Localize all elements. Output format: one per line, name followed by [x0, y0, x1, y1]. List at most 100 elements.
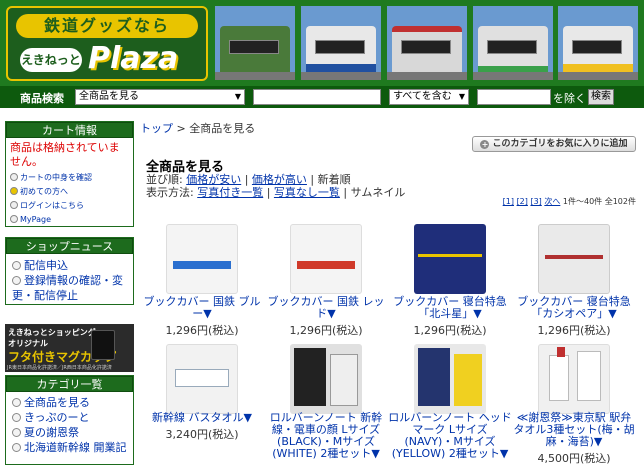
result-range: 1件～40件 — [562, 197, 603, 206]
bullet-icon — [10, 173, 18, 181]
bullet-icon — [12, 398, 21, 407]
logo-tagline: 鉄道グッズなら — [16, 14, 198, 38]
match-mode-select[interactable]: すべてを含む ▼ — [389, 89, 469, 105]
product-price: 1,296円(税込) — [289, 324, 363, 337]
breadcrumb-home[interactable]: トップ — [140, 122, 173, 135]
category-select[interactable]: 全商品を見る ▼ — [75, 89, 245, 105]
product-name[interactable]: ロルバーンノート ヘッドマーク Lサイズ(NAVY)・Mサイズ(YELLOW) … — [388, 412, 512, 460]
train-photo — [558, 6, 638, 80]
category-item[interactable]: 夏の謝恩祭 — [6, 425, 133, 440]
product-name[interactable]: ブックカバー 国鉄 レッド▼ — [264, 296, 388, 320]
category-item[interactable]: 全商品を見る — [6, 395, 133, 410]
bullet-icon — [12, 443, 21, 452]
banner-line1: えきねっとショッピング — [8, 328, 96, 337]
add-favorite-label: このカテゴリをお気に入りに追加 — [492, 139, 628, 149]
product-name[interactable]: ブックカバー 寝台特急「カシオペア」▼ — [512, 296, 636, 320]
first-time-link[interactable]: 初めての方へ — [6, 185, 133, 199]
bullet-icon — [12, 261, 21, 270]
match-mode-value: すべてを含む — [393, 91, 452, 102]
add-favorite-button[interactable]: + このカテゴリをお気に入りに追加 — [472, 136, 636, 152]
bullet-icon — [12, 276, 21, 285]
first-time-link-label: 初めての方へ — [20, 187, 68, 196]
product-image[interactable] — [166, 224, 238, 294]
category-item-label: きっぷのーと — [24, 411, 90, 424]
bullet-icon — [10, 201, 18, 209]
login-link[interactable]: ログインはこちら — [6, 199, 133, 213]
plus-icon: + — [480, 140, 490, 149]
search-bar: 商品検索 全商品を見る ▼ すべてを含む ▼ を除く 検索 — [0, 86, 644, 108]
category-item-label: 北海道新幹線 開業記 — [24, 441, 127, 454]
bullet-icon — [12, 413, 21, 422]
product-name[interactable]: 新幹線 バスタオル▼ — [140, 412, 264, 424]
view-thumbnails: サムネイル — [350, 186, 406, 199]
shop-news-title: ショップニュース — [6, 238, 133, 254]
search-label: 商品検索 — [20, 92, 64, 105]
mug-image — [91, 330, 115, 360]
category-item-label: 全商品を見る — [24, 396, 90, 409]
product-name[interactable]: ロルバーンノート 新幹線・電車の顔 Lサイズ(BLACK)・Mサイズ(WHITE… — [264, 412, 388, 460]
product-image[interactable] — [414, 344, 486, 414]
cart-link[interactable]: カートの中身を確認 — [6, 171, 133, 185]
exclude-label: を除く — [553, 92, 586, 105]
exclude-keyword-input[interactable] — [477, 89, 551, 105]
view-with-photos[interactable]: 写真付き一覧 — [197, 186, 263, 199]
page-1-link[interactable]: [1] — [503, 197, 514, 206]
product-image[interactable] — [290, 224, 362, 294]
mypage-link-label: MyPage — [20, 215, 52, 224]
news-settings-link[interactable]: 登録情報の確認・変更・配信停止 — [6, 273, 133, 303]
bullet-icon — [12, 428, 21, 437]
main-content: トップ > 全商品を見る + このカテゴリをお気に入りに追加 全商品を見る 並び順… — [140, 118, 640, 465]
category-select-value: 全商品を見る — [79, 91, 139, 102]
product-name[interactable]: ブックカバー 国鉄 ブルー▼ — [140, 296, 264, 320]
cart-panel: カート情報 商品は格納されていません。 カートの中身を確認 初めての方へ ログイ… — [5, 121, 134, 227]
chevron-down-icon: ▼ — [234, 92, 241, 101]
result-total: 全102件 — [604, 197, 636, 206]
search-button[interactable]: 検索 — [588, 89, 614, 105]
bullet-icon — [10, 187, 18, 195]
login-link-label: ログインはこちら — [20, 201, 84, 210]
breadcrumb-current: 全商品を見る — [189, 122, 256, 135]
product-price: 4,500円(税込) — [537, 452, 611, 465]
view-no-photos[interactable]: 写真なし一覧 — [274, 186, 340, 199]
news-settings-label: 登録情報の確認・変更・配信停止 — [12, 274, 123, 302]
next-page-link[interactable]: 次へ — [544, 197, 560, 206]
product-price: 3,240円(税込) — [165, 428, 239, 441]
product-price: 1,296円(税込) — [537, 324, 611, 337]
view-label: 表示方法: — [146, 186, 194, 199]
news-subscribe-label: 配信申込 — [24, 259, 68, 272]
cart-link-label: カートの中身を確認 — [20, 173, 92, 182]
logo-ekinet: えきねっと — [20, 48, 82, 72]
shop-news-panel: ショップニュース 配信申込 登録情報の確認・変更・配信停止 — [5, 237, 134, 305]
train-photo — [387, 6, 467, 80]
keyword-input[interactable] — [253, 89, 381, 105]
mug-banner[interactable]: えきねっとショッピング オリジナル フタ付きマグカップ JR東日本商品化許諾済／… — [5, 324, 134, 372]
bullet-icon — [10, 215, 18, 223]
category-item-label: 夏の謝恩祭 — [24, 426, 79, 439]
product-image[interactable] — [414, 224, 486, 294]
train-photo — [301, 6, 381, 80]
news-subscribe-link[interactable]: 配信申込 — [6, 258, 133, 273]
mypage-link[interactable]: MyPage — [6, 213, 133, 227]
cart-empty-message: 商品は格納されていません。 — [10, 141, 120, 168]
product-image[interactable] — [538, 344, 610, 414]
breadcrumb-separator: > — [176, 122, 186, 135]
pagination: [1] [2] [3] 次へ 1件～40件 全102件 — [503, 196, 636, 207]
product-price: 1,296円(税込) — [165, 324, 239, 337]
category-item[interactable]: 北海道新幹線 開業記 — [6, 440, 133, 455]
page-2-link[interactable]: [2] — [517, 197, 528, 206]
product-image[interactable] — [290, 344, 362, 414]
chevron-down-icon: ▼ — [458, 92, 465, 101]
product-image[interactable] — [538, 224, 610, 294]
site-header: 鉄道グッズなら えきねっと Plaza — [0, 0, 644, 86]
category-title: カテゴリ一覧 — [6, 376, 133, 392]
logo-plaza: Plaza — [88, 41, 179, 76]
category-item[interactable]: きっぷのーと — [6, 410, 133, 425]
product-name[interactable]: ≪謝恩祭≫東京駅 駅弁タオル3種セット(梅・胡麻・海苔)▼ — [512, 412, 636, 448]
product-price: 1,296円(税込) — [413, 324, 487, 337]
category-panel: カテゴリ一覧 全商品を見る きっぷのーと 夏の謝恩祭 北海道新幹線 開業記 — [5, 375, 134, 465]
product-image[interactable] — [166, 344, 238, 414]
product-name[interactable]: ブックカバー 寝台特急「北斗星」▼ — [388, 296, 512, 320]
page-3-link[interactable]: [3] — [530, 197, 541, 206]
site-logo[interactable]: 鉄道グッズなら えきねっと Plaza — [6, 6, 208, 81]
cart-title: カート情報 — [6, 122, 133, 138]
